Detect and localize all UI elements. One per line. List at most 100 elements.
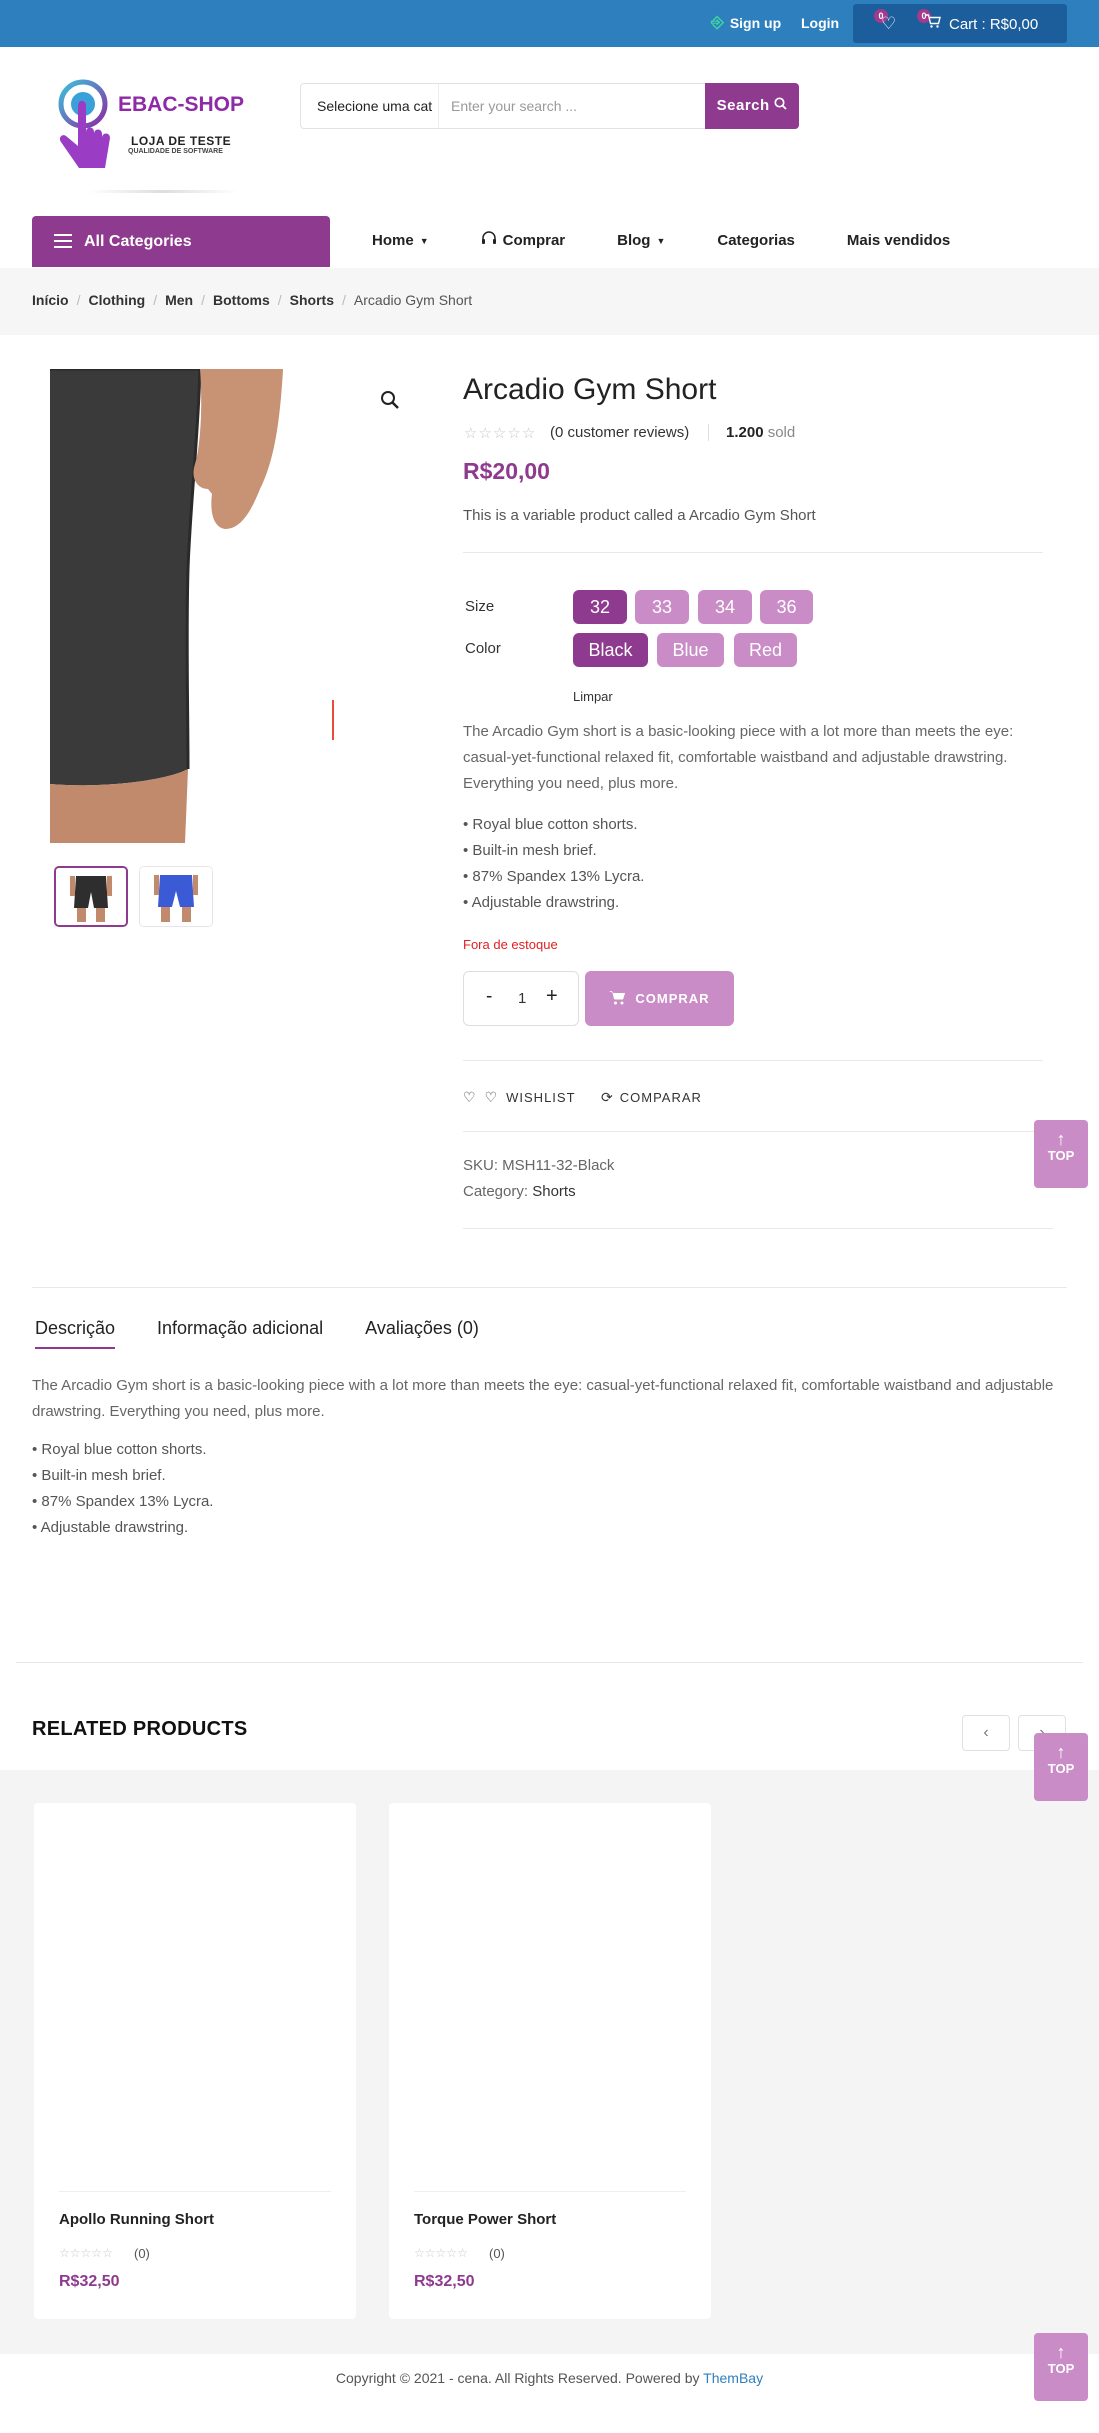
breadcrumb-separator: / xyxy=(153,292,158,308)
product-tabs: Descrição Informação adicional Avaliaçõe… xyxy=(35,1318,521,1349)
chevron-left-icon: ‹ xyxy=(983,1724,989,1741)
heart-icon: ♡ xyxy=(484,1089,499,1105)
size-option-34[interactable]: 34 xyxy=(698,590,752,624)
feature-bullet: • Adjustable drawstring. xyxy=(463,894,620,911)
wishlist-button[interactable]: ♡ ♡ WISHLIST xyxy=(463,1089,576,1106)
search-button[interactable]: Search xyxy=(705,83,799,129)
qty-value[interactable]: 1 xyxy=(518,990,526,1007)
cart-icon[interactable] xyxy=(925,14,941,33)
tab-descricao[interactable]: Descrição xyxy=(35,1318,116,1349)
clear-selection-link[interactable]: Limpar xyxy=(573,689,613,704)
back-to-top-button[interactable]: ↑ TOP xyxy=(1034,1733,1088,1801)
size-option-33[interactable]: 33 xyxy=(635,590,689,624)
nav-item-home[interactable]: Home ▼ xyxy=(372,231,429,250)
product-price: R$20,00 xyxy=(463,458,550,484)
customer-reviews-link[interactable]: (0 customer reviews) xyxy=(550,424,689,441)
star-icon: ☆ xyxy=(59,2246,70,2260)
star-icon: ☆ xyxy=(507,425,521,442)
feature-bullet: • 87% Spandex 13% Lycra. xyxy=(463,868,645,885)
logo-tagline-sub: QUALIDADE DE SOFTWARE xyxy=(128,148,223,155)
size-option-32[interactable]: 32 xyxy=(573,590,627,624)
compare-button[interactable]: ⟳ COMPARAR xyxy=(601,1089,702,1106)
color-option-black[interactable]: Black xyxy=(573,633,648,667)
buy-button-label: COMPRAR xyxy=(635,991,710,1006)
nav-item-mais-vendidos[interactable]: Mais vendidos xyxy=(847,231,950,250)
compare-label: COMPARAR xyxy=(619,1090,702,1105)
all-categories-button[interactable]: All Categories xyxy=(32,216,330,267)
carousel-prev-button[interactable]: ‹ xyxy=(962,1715,1010,1751)
heart-icon[interactable]: ♡ xyxy=(881,14,896,34)
feature-bullet: • Built-in mesh brief. xyxy=(463,842,597,859)
tab-informacao-adicional[interactable]: Informação adicional xyxy=(157,1318,323,1349)
product-card[interactable]: Apollo Running Short ☆ ☆ ☆ ☆ ☆ (0) R$32,50 xyxy=(34,1803,356,2319)
category-link[interactable]: Shorts xyxy=(532,1183,575,1200)
nav-item-categorias[interactable]: Categorias xyxy=(717,231,795,250)
refresh-icon: ⟳ xyxy=(601,1089,614,1105)
product-card-reviews: (0) xyxy=(134,2246,150,2261)
star-icon: ☆ xyxy=(424,2246,436,2260)
back-to-top-button[interactable]: ↑ TOP xyxy=(1034,1120,1088,1188)
product-card-name[interactable]: Torque Power Short xyxy=(414,2211,556,2228)
product-card-name[interactable]: Apollo Running Short xyxy=(59,2211,214,2228)
star-icon: ☆ xyxy=(464,425,478,442)
thumbnail-blue[interactable] xyxy=(139,866,213,927)
sold-number: 1.200 xyxy=(726,424,764,441)
star-icon: ☆ xyxy=(446,2246,458,2260)
menu-icon xyxy=(54,234,72,248)
buy-button[interactable]: COMPRAR xyxy=(585,971,734,1026)
nav-blog-label: Blog xyxy=(617,232,651,249)
breadcrumb: Início / Clothing / Men / Bottoms / Shorts / … xyxy=(32,292,472,308)
quantity-stepper: - 1 + xyxy=(463,971,579,1026)
breadcrumb-link[interactable]: Início xyxy=(32,292,69,308)
card-divider xyxy=(59,2191,331,2192)
qty-minus-button[interactable]: - xyxy=(486,986,492,1008)
caret-down-icon: ▼ xyxy=(419,235,429,246)
stock-status: Fora de estoque xyxy=(463,937,558,952)
star-icon: ☆ xyxy=(80,2246,92,2260)
nav-item-comprar[interactable]: Comprar xyxy=(481,231,565,250)
product-card-stars: ☆ ☆ ☆ ☆ ☆ xyxy=(59,2246,113,2260)
size-option-36[interactable]: 36 xyxy=(760,590,813,624)
tab-feature-bullet: • 87% Spandex 13% Lycra. xyxy=(32,1493,214,1510)
breadcrumb-link[interactable]: Men xyxy=(165,292,193,308)
card-divider xyxy=(414,2191,686,2192)
login-link[interactable]: Login xyxy=(801,15,839,31)
product-main-image[interactable] xyxy=(50,369,283,843)
breadcrumb-link[interactable]: Bottoms xyxy=(213,292,270,308)
search-bar: Selecione uma cat Search xyxy=(300,83,799,129)
nav-item-blog[interactable]: Blog ▼ xyxy=(617,231,665,250)
search-input[interactable] xyxy=(439,84,705,128)
breadcrumb-link[interactable]: Clothing xyxy=(88,292,145,308)
headset-icon xyxy=(481,231,497,250)
category-label: Category: xyxy=(463,1183,529,1200)
cart-icon xyxy=(609,990,627,1008)
color-option-blue[interactable]: Blue xyxy=(657,633,724,667)
breadcrumb-link[interactable]: Shorts xyxy=(290,292,334,308)
all-categories-label: All Categories xyxy=(84,233,192,250)
star-icon: ☆ xyxy=(435,2246,447,2260)
tab-feature-bullet: • Royal blue cotton shorts. xyxy=(32,1441,207,1458)
tab-avaliacoes[interactable]: Avaliações (0) xyxy=(365,1318,479,1349)
footer-link[interactable]: ThemBay xyxy=(703,2370,763,2386)
product-card-stars: ☆ ☆ ☆ ☆ ☆ xyxy=(414,2246,468,2260)
search-category-select[interactable]: Selecione uma cat xyxy=(301,84,439,128)
image-marker xyxy=(332,700,334,740)
divider xyxy=(463,1131,1043,1132)
zoom-icon[interactable] xyxy=(380,390,400,416)
back-to-top-button[interactable]: ↑ TOP xyxy=(1034,2333,1088,2401)
color-option-red[interactable]: Red xyxy=(734,633,797,667)
qty-plus-button[interactable]: + xyxy=(546,985,558,1008)
breadcrumb-current: Arcadio Gym Short xyxy=(353,292,473,308)
back-to-top-label: TOP xyxy=(1047,1761,1075,1776)
cart-total[interactable]: Cart : R$0,00 xyxy=(949,16,1038,33)
search-button-label: Search xyxy=(716,97,770,114)
divider xyxy=(16,1662,1083,1663)
cart-box[interactable]: 0 ♡ 0 Cart : R$0,00 xyxy=(853,4,1067,43)
product-card[interactable]: Torque Power Short ☆ ☆ ☆ ☆ ☆ (0) R$32,50 xyxy=(389,1803,711,2319)
site-logo[interactable]: EBAC-SHOP LOJA DE TESTE QUALIDADE DE SOF… xyxy=(48,78,248,198)
thumbnail-black[interactable] xyxy=(54,866,128,927)
tab-description: The Arcadio Gym short is a basic-looking… xyxy=(32,1377,1054,1420)
signup-link[interactable]: ⎆ Sign up xyxy=(711,14,781,32)
star-icon: ☆ xyxy=(521,425,536,442)
tab-feature-bullet: • Built-in mesh brief. xyxy=(32,1467,166,1484)
